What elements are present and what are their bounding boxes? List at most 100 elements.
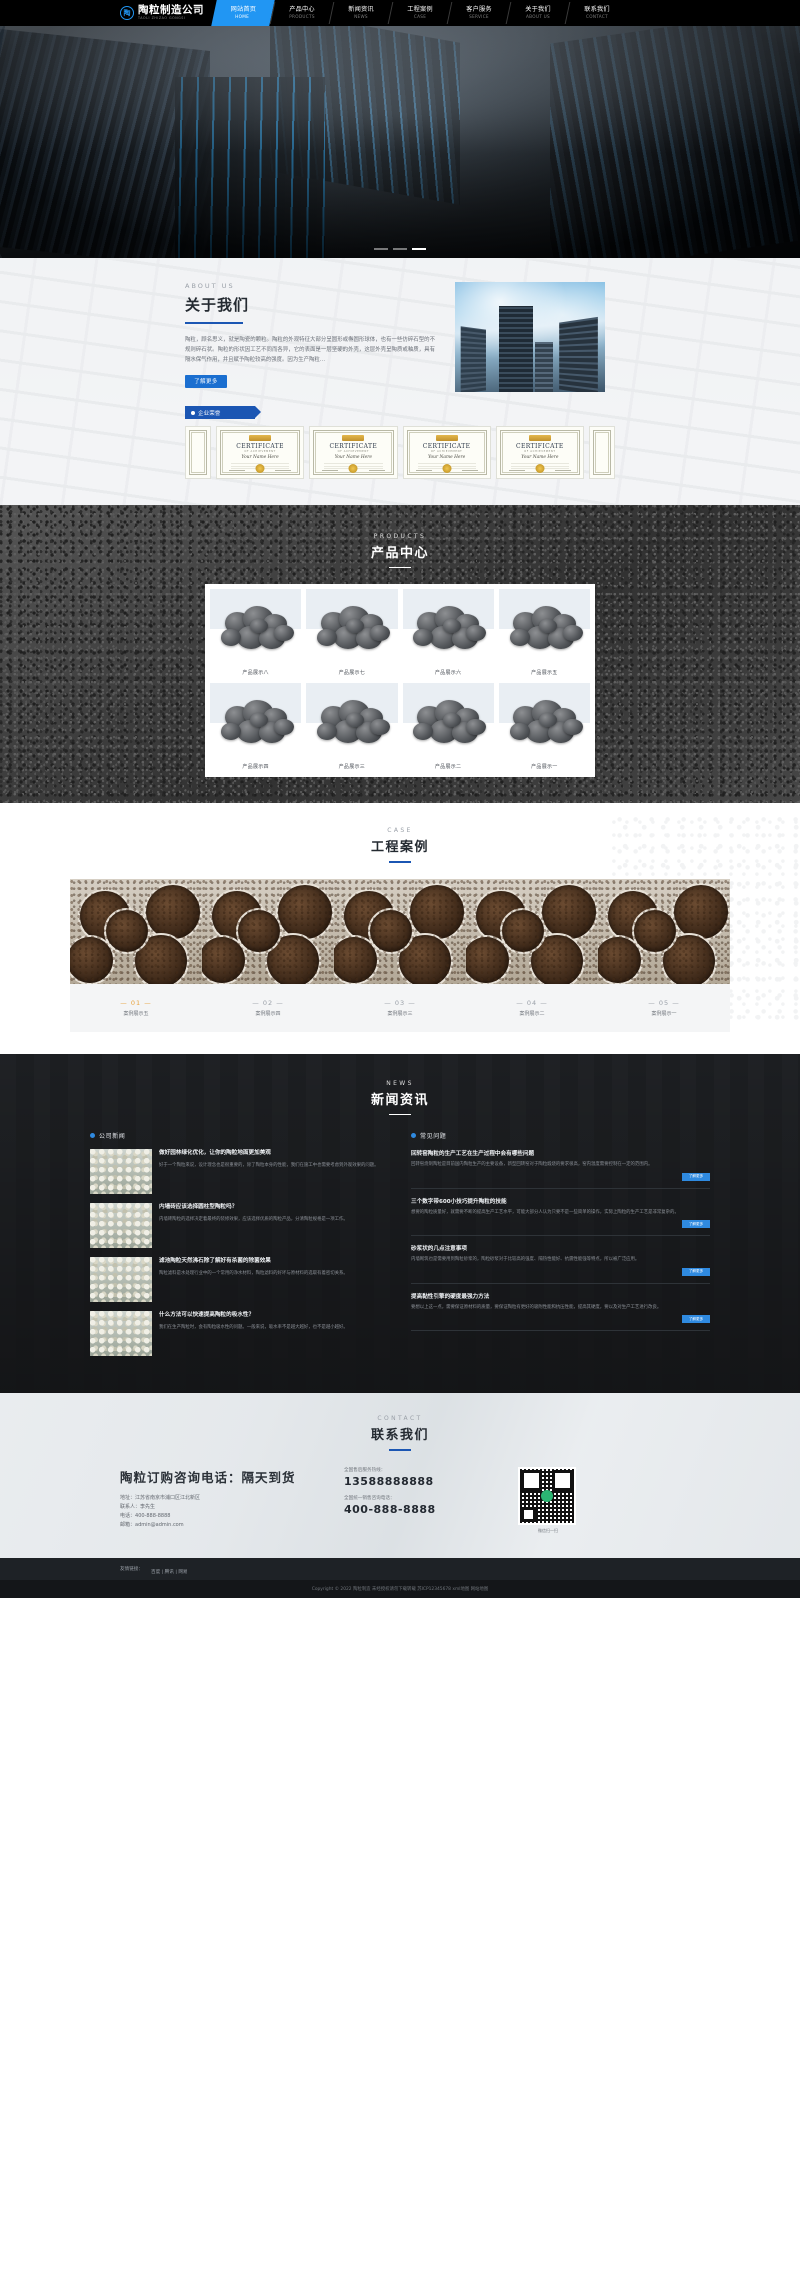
- friend-link-2[interactable]: 腾讯: [165, 1570, 174, 1575]
- pellet: [466, 718, 487, 736]
- address-label: 地址：: [120, 1494, 136, 1501]
- contact-qr-block: 微信扫一扫: [518, 1466, 578, 1534]
- hero-dot-2[interactable]: [393, 248, 407, 250]
- qr-box[interactable]: [518, 1466, 576, 1525]
- product-name: 产品展示八: [242, 669, 269, 676]
- case-image: [466, 878, 598, 984]
- product-card[interactable]: 产品展示七: [306, 589, 398, 679]
- nav-item-products[interactable]: 产品中心 PRODUCTS: [273, 0, 331, 26]
- faq-list-item[interactable]: 砂浆状的几点注意事项 内墙砌筑也是需要用到陶粒砂浆的，陶粒砂浆对于比较高的强度、隔…: [411, 1244, 710, 1284]
- news-list-item[interactable]: 什么方法可以快速提高陶粒的吸水性？ 我们在生产陶粒时，会有陶粒吸水性的问题。一般来…: [90, 1311, 389, 1357]
- product-image: [402, 589, 494, 667]
- product-card[interactable]: 产品展示二: [402, 683, 494, 773]
- friend-link-3[interactable]: 网易: [178, 1570, 187, 1575]
- hero-dot-1[interactable]: [374, 248, 388, 250]
- pellet: [413, 723, 434, 740]
- certificate-name: Your Name Here: [428, 455, 466, 460]
- certificate-partial-left[interactable]: [185, 426, 211, 479]
- footer-links-bar: 友情链接： 百度 | 腾讯 | 网易: [0, 1557, 800, 1580]
- news-excerpt: 好于一个陶粒来说，设计理念也是很重要的，除了陶粒本身的性能，我们在施工中也需要考…: [159, 1163, 379, 1169]
- case-strip: — 01 — 案例展示五 — 02 — 案例展示四 — 03 — 案例展示三 — 04 — 案…: [70, 878, 730, 1032]
- pellet: [509, 723, 530, 740]
- faq-more-button[interactable]: 了解更多: [682, 1315, 710, 1324]
- sales-number: 400-888-8888: [344, 1502, 436, 1516]
- product-card[interactable]: 产品展示八: [210, 589, 302, 679]
- certificate-strip: CERTIFICATE OF ACHIEVEMENT Your Name Here C…: [185, 426, 615, 479]
- product-image: [306, 589, 398, 667]
- product-card[interactable]: 产品展示三: [306, 683, 398, 773]
- news-title: 新闻资讯: [370, 1092, 429, 1108]
- friend-links-label: 友情链接：: [120, 1566, 143, 1572]
- certificate-partial-right[interactable]: [589, 426, 615, 479]
- pellet: [509, 629, 530, 646]
- case-item[interactable]: — 03 — 案例展示三: [334, 878, 466, 1032]
- certificate-name: Your Name Here: [521, 455, 559, 460]
- case-name: 案例展示一: [651, 1010, 677, 1017]
- pellet: [273, 718, 294, 736]
- faq-list-item[interactable]: 回转窑陶粒的生产工艺在生产过程中会有哪些问题回转窑烧制陶粒是目前国内陶粒生产的主…: [411, 1149, 710, 1189]
- products-eyebrow: PRODUCTS: [373, 533, 427, 540]
- nav-item-about-us[interactable]: 关于我们 ABOUT US: [509, 0, 567, 26]
- site-logo[interactable]: 陶 陶粒制造公司 TAOLI ZHIZAO GONGSI: [120, 5, 204, 21]
- faq-title: 回转窑陶粒的生产工艺在生产过程中会有哪些问题: [411, 1151, 535, 1158]
- hero-slider-dots[interactable]: [0, 248, 800, 250]
- nav-item-home[interactable]: 网站首页 HOME: [211, 0, 275, 26]
- hero-dot-3[interactable]: [412, 248, 426, 250]
- case-number: — 05 —: [648, 998, 680, 1007]
- logo-title: 陶粒制造公司: [138, 4, 204, 16]
- nav-item-contact[interactable]: 联系我们 CONTACT: [568, 0, 626, 26]
- nav-item-case[interactable]: 工程案例 CASE: [391, 0, 449, 26]
- news-list-item[interactable]: 内墙砖应该选择圆柱型陶粒吗？ 内墙砖陶粒的选择决定着最终的装修效果，应该选择优质的…: [90, 1203, 389, 1249]
- hotline-label: 全国售后服务热线：: [344, 1467, 386, 1473]
- faq-more-button[interactable]: 了解更多: [682, 1220, 710, 1229]
- pellet: [220, 723, 241, 740]
- nav-item-label-en: CASE: [413, 14, 427, 19]
- faq-more-button[interactable]: 了解更多: [682, 1172, 710, 1181]
- faq-excerpt: 回转窑烧制陶粒是目前国内陶粒生产的主要设备，新型回转窑对于陶粒煅烧的要求很高，窑…: [411, 1162, 653, 1168]
- about-paragraph: 陶粒，顾名思义，就是陶瓷的颗粒。陶粒的外观特征大部分呈圆形或椭圆形球体，也有一些…: [185, 336, 435, 363]
- qr-caption: 微信扫一扫: [538, 1527, 558, 1533]
- honor-tag[interactable]: 企业荣誉: [185, 406, 261, 419]
- product-card[interactable]: 产品展示六: [402, 589, 494, 679]
- news-tab-company[interactable]: 公司新闻: [90, 1131, 389, 1140]
- pellet: [562, 624, 583, 642]
- bullet-icon: [191, 410, 195, 415]
- logo-subtitle: TAOLI ZHIZAO GONGSI: [138, 16, 186, 20]
- case-item[interactable]: — 04 — 案例展示二: [466, 878, 598, 1032]
- product-card[interactable]: 产品展示五: [498, 589, 590, 679]
- nav-item-service[interactable]: 客户服务 SERVICE: [450, 0, 508, 26]
- qr-code-icon: [520, 1468, 574, 1523]
- faq-excerpt: 要想以上这一点，需要保证原材料的质量，要保证陶粒有更好的吸附性能和抗压性能，提高…: [411, 1304, 662, 1310]
- case-heading: CASE 工程案例: [0, 827, 800, 863]
- about-more-button[interactable]: 了解更多: [185, 374, 227, 388]
- case-image: [70, 878, 202, 984]
- certificate-2[interactable]: CERTIFICATE OF ACHIEVEMENT Your Name Here: [309, 426, 398, 479]
- copyright-text: Copyright © 2022 陶粒制造 未经授权请勿下载转载 苏ICP123…: [311, 1586, 489, 1592]
- news-tab-faq[interactable]: 常见问题: [411, 1131, 710, 1140]
- faq-list-item[interactable]: 提高黏性引擎的硬度最强力方法 要想以上这一点，需要保证原材料的质量，要保证陶粒有更…: [411, 1292, 710, 1332]
- email-value: admin@admin.com: [135, 1521, 184, 1528]
- case-item[interactable]: — 05 — 案例展示一: [598, 878, 730, 1032]
- certificate-subtitle: OF ACHIEVEMENT: [244, 450, 276, 453]
- news-list-item[interactable]: 做好园林绿化优化，让你的陶粒地面更加美观 好于一个陶粒来说，设计理念也是很重要的，…: [90, 1149, 389, 1195]
- pellet: [562, 718, 583, 736]
- honor-block: 企业荣誉 CERTIFICATE OF ACHIEVEMENT Your Name …: [185, 406, 615, 479]
- certificate-1[interactable]: CERTIFICATE OF ACHIEVEMENT Your Name Here: [216, 426, 305, 479]
- product-card[interactable]: 产品展示一: [498, 683, 590, 773]
- product-card[interactable]: 产品展示四: [210, 683, 302, 773]
- news-list-item[interactable]: 滤池陶粒天然沸石除了解好有杀菌的除菌效果 陶粒滤料是水处理行业中的一个常用的净水材…: [90, 1257, 389, 1303]
- contact-person-label: 联系人：: [120, 1503, 141, 1510]
- case-item[interactable]: — 02 — 案例展示四: [202, 878, 334, 1032]
- case-image: [598, 878, 730, 984]
- news-excerpt: 内墙砖陶粒的选择决定着最终的装修效果，应该选择优质的陶粒产品，分清陶粒规格是一项…: [159, 1217, 348, 1223]
- faq-list-item[interactable]: 三个数字带600小技巧提升陶粒的技能 想要的陶粒质量好，就需要不断的提高生产工艺水…: [411, 1197, 710, 1237]
- contact-details: 陶粒订购咨询电话：隔天到货 地址：江苏省南京市浦口区江北新区 联系人：李先生 电…: [120, 1467, 320, 1530]
- case-item[interactable]: — 01 — 案例展示五: [70, 878, 202, 1032]
- friend-link-1[interactable]: 百度: [151, 1570, 160, 1575]
- certificate-3[interactable]: CERTIFICATE OF ACHIEVEMENT Your Name Here: [402, 426, 491, 479]
- nav-item-news[interactable]: 新闻资讯 NEWS: [332, 0, 390, 26]
- faq-title: 砂浆状的几点注意事项: [411, 1246, 467, 1253]
- faq-more-button[interactable]: 了解更多: [682, 1267, 710, 1276]
- certificate-4[interactable]: CERTIFICATE OF ACHIEVEMENT Your Name Here: [495, 426, 584, 479]
- copyright-bar: Copyright © 2022 陶粒制造 未经授权请勿下载转载 苏ICP123…: [0, 1579, 800, 1598]
